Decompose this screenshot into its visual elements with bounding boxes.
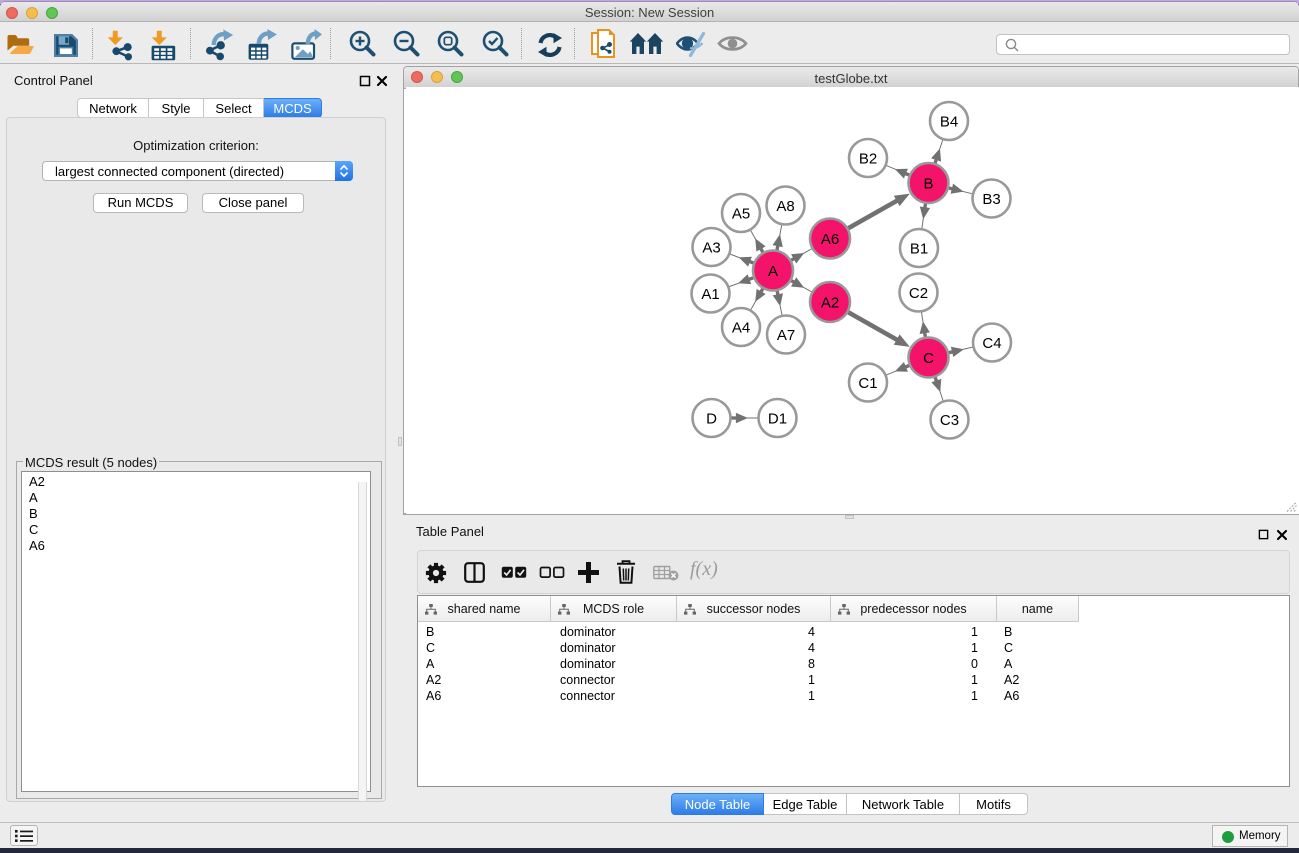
svg-text:C2: C2 [908,284,927,301]
svg-text:A7: A7 [776,326,794,343]
svg-text:B3: B3 [982,190,1000,207]
svg-text:C1: C1 [858,374,877,391]
svg-text:D1: D1 [767,410,786,427]
svg-text:B4: B4 [939,113,957,130]
svg-text:A4: A4 [731,319,749,336]
svg-text:A: A [767,262,777,279]
svg-text:A1: A1 [701,285,719,302]
svg-text:C: C [923,349,934,366]
svg-text:B1: B1 [909,240,927,257]
svg-text:A8: A8 [776,197,794,214]
svg-text:C3: C3 [939,411,958,428]
svg-text:B: B [923,175,933,192]
svg-text:A6: A6 [820,230,838,247]
svg-text:D: D [706,410,717,427]
svg-text:C4: C4 [982,334,1001,351]
svg-text:A2: A2 [820,294,838,311]
svg-text:A3: A3 [702,239,720,256]
svg-text:B2: B2 [858,150,876,167]
svg-text:A5: A5 [731,205,749,222]
